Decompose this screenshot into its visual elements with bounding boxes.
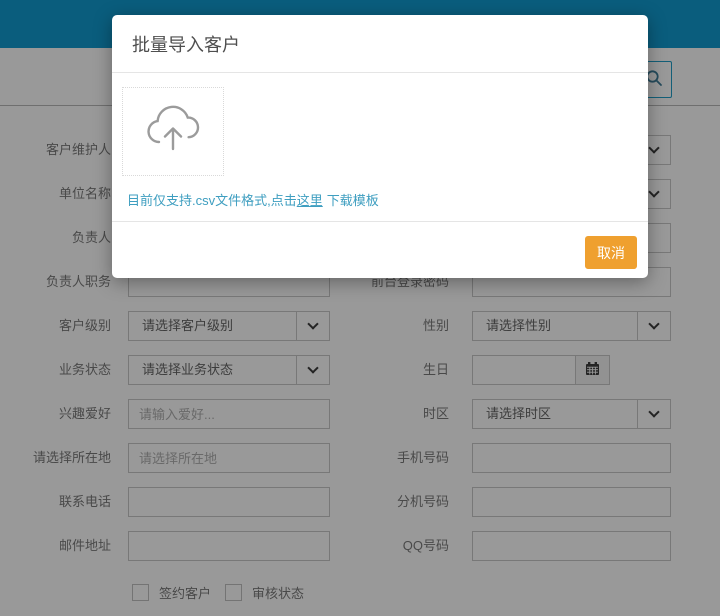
- page: 客户维护人 单位名称 负责人 负责人职务 前: [0, 0, 720, 616]
- modal-title: 批量导入客户: [112, 15, 648, 73]
- file-upload-dropzone[interactable]: [122, 87, 224, 176]
- batch-import-modal: 批量导入客户 目前仅支持.csv文件格式,点击这里下载模板 取消: [112, 15, 648, 278]
- csv-format-note: 目前仅支持.csv文件格式,点击这里下载模板: [127, 190, 379, 209]
- modal-body: 目前仅支持.csv文件格式,点击这里下载模板: [112, 73, 648, 221]
- download-template-link[interactable]: 下载模板: [327, 193, 379, 208]
- modal-footer: 取消: [112, 221, 648, 278]
- cancel-button[interactable]: 取消: [585, 236, 637, 269]
- cloud-upload-icon: [144, 105, 202, 158]
- click-here-link[interactable]: 这里: [297, 193, 323, 208]
